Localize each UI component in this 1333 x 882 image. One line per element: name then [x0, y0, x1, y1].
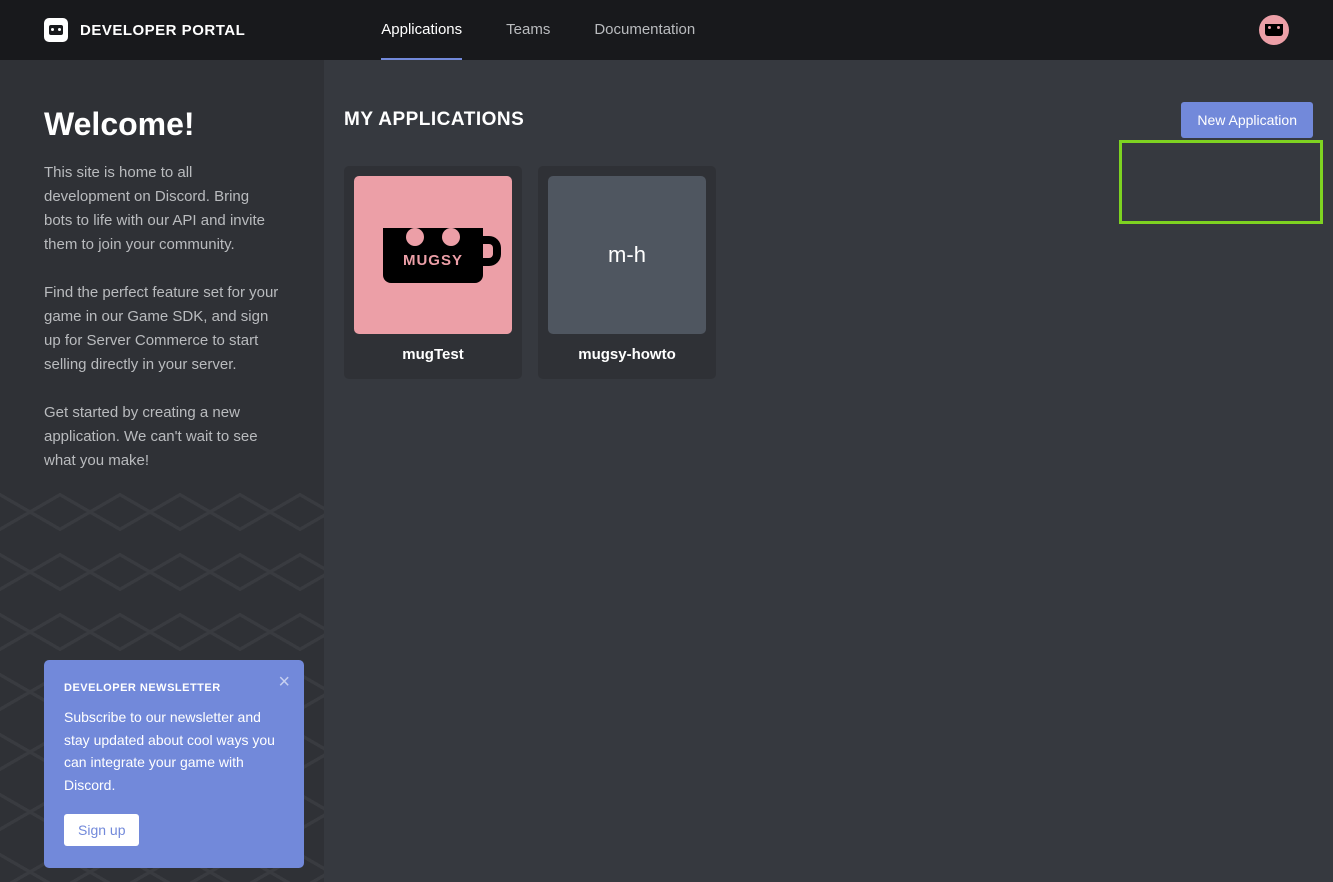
newsletter-text: Subscribe to our newsletter and stay upd… — [64, 706, 284, 796]
app-thumbnail-mugsy-icon: MUGSY — [354, 176, 512, 334]
app-card-mugsy-howto[interactable]: m-h mugsy-howto — [538, 166, 716, 379]
app-card-mugtest[interactable]: MUGSY mugTest — [344, 166, 522, 379]
sidebar: Welcome! This site is home to all develo… — [0, 60, 324, 882]
main-nav: Applications Teams Documentation — [381, 0, 695, 60]
main-layout: Welcome! This site is home to all develo… — [0, 60, 1333, 882]
content-area: MY APPLICATIONS New Application MUGSY mu… — [324, 60, 1333, 882]
welcome-paragraph-3: Get started by creating a new applicatio… — [44, 401, 280, 473]
welcome-paragraph-2: Find the perfect feature set for your ga… — [44, 281, 280, 377]
app-name: mugsy-howto — [548, 346, 706, 363]
welcome-paragraph-1: This site is home to all development on … — [44, 161, 280, 257]
user-avatar[interactable] — [1259, 15, 1289, 45]
nav-applications[interactable]: Applications — [381, 0, 462, 60]
signup-button[interactable]: Sign up — [64, 814, 139, 846]
discord-logo-icon[interactable] — [44, 18, 68, 42]
newsletter-card: × DEVELOPER NEWSLETTER Subscribe to our … — [44, 660, 304, 868]
welcome-heading: Welcome! — [44, 106, 280, 143]
nav-documentation[interactable]: Documentation — [594, 0, 695, 60]
site-title: DEVELOPER PORTAL — [80, 22, 245, 39]
mugsy-logo-text: MUGSY — [403, 252, 463, 269]
app-name: mugTest — [354, 346, 512, 363]
top-header: DEVELOPER PORTAL Applications Teams Docu… — [0, 0, 1333, 60]
header-left: DEVELOPER PORTAL Applications Teams Docu… — [44, 0, 695, 60]
app-initials: m-h — [608, 242, 646, 268]
newsletter-title: DEVELOPER NEWSLETTER — [64, 682, 284, 694]
close-icon[interactable]: × — [278, 672, 290, 692]
nav-teams[interactable]: Teams — [506, 0, 550, 60]
page-title: MY APPLICATIONS — [344, 109, 524, 131]
app-thumbnail-initials: m-h — [548, 176, 706, 334]
content-header: MY APPLICATIONS New Application — [344, 102, 1313, 138]
applications-grid: MUGSY mugTest m-h mugsy-howto — [344, 166, 1313, 379]
new-application-button[interactable]: New Application — [1181, 102, 1313, 138]
